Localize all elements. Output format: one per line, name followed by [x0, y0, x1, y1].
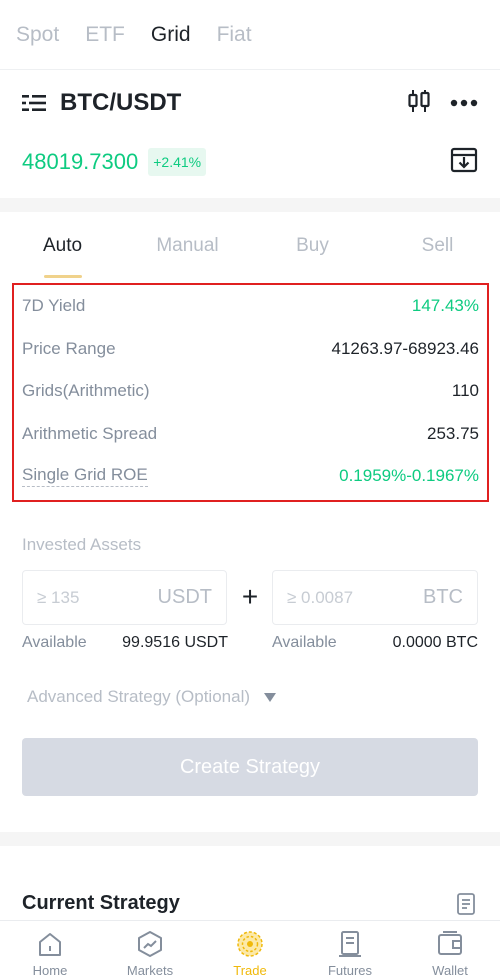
stat-label: Grids(Arithmetic): [22, 381, 150, 401]
nav-home[interactable]: Home: [0, 921, 100, 980]
stat-value: 147.43%: [411, 296, 479, 316]
usdt-available-value: 99.9516 USDT: [122, 634, 228, 651]
stat-value: 0.1959%-0.1967%: [339, 466, 479, 486]
stat-label-tooltip-trigger[interactable]: Single Grid ROE: [22, 465, 148, 488]
create-strategy-button[interactable]: Create Strategy: [22, 738, 478, 796]
usdt-available-row: Available 99.9516 USDT: [22, 634, 228, 652]
nav-markets[interactable]: Markets: [100, 921, 200, 980]
section-divider: [0, 198, 500, 212]
home-icon: [39, 933, 61, 956]
market-type-tabs: Spot ETF Grid Fiat: [0, 0, 500, 70]
usdt-amount-field[interactable]: USDT: [22, 570, 227, 625]
tab-spot[interactable]: Spot: [16, 23, 59, 47]
strategy-parameters-box: 7D Yield 147.43% Price Range 41263.97-68…: [12, 283, 489, 502]
stat-label: 7D Yield: [22, 296, 86, 316]
current-strategy-title: Current Strategy: [22, 892, 180, 914]
download-icon[interactable]: [450, 146, 478, 179]
stat-row-price-range: Price Range 41263.97-68923.46: [22, 328, 479, 371]
nav-trade[interactable]: Trade: [200, 921, 300, 980]
bottom-navigation: Home Markets Trade Futures Wallet: [0, 920, 500, 980]
stat-value: 110: [451, 381, 479, 401]
stat-row-single-grid-roe: Single Grid ROE 0.1959%-0.1967%: [22, 455, 479, 498]
usdt-unit-label: USDT: [157, 586, 212, 608]
btc-available-row: Available 0.0000 BTC: [272, 634, 478, 652]
tab-buy[interactable]: Buy: [250, 222, 375, 278]
invested-assets-label: Invested Assets: [22, 535, 142, 554]
stat-row-7d-yield: 7D Yield 147.43%: [22, 285, 479, 328]
btc-unit-label: BTC: [423, 586, 463, 608]
stat-row-arithmetic-spread: Arithmetic Spread 253.75: [22, 413, 479, 456]
advanced-strategy-toggle[interactable]: Advanced Strategy (Optional): [27, 687, 277, 707]
stat-row-grids: Grids(Arithmetic) 110: [22, 370, 479, 413]
price-row: 48019.7300 +2.41%: [0, 140, 500, 184]
available-label: Available: [272, 634, 337, 651]
tab-manual[interactable]: Manual: [125, 222, 250, 278]
advanced-strategy-label: Advanced Strategy (Optional): [27, 687, 251, 706]
grid-mode-tabs: Auto Manual Buy Sell: [0, 222, 500, 278]
nav-label: Wallet: [432, 963, 468, 978]
markets-icon: [138, 931, 162, 957]
stat-value: 253.75: [427, 423, 479, 443]
trade-icon: [237, 931, 263, 957]
nav-futures[interactable]: Futures: [300, 921, 400, 980]
tab-fiat[interactable]: Fiat: [217, 23, 252, 47]
stat-label: Arithmetic Spread: [22, 423, 158, 443]
order-history-icon[interactable]: [454, 892, 478, 921]
plus-sign: +: [241, 581, 259, 612]
tab-etf[interactable]: ETF: [85, 23, 125, 47]
btc-amount-input[interactable]: [287, 587, 387, 608]
pair-menu-icon[interactable]: [22, 92, 48, 114]
candlestick-chart-icon[interactable]: [406, 88, 432, 119]
wallet-icon: [438, 931, 462, 955]
tab-auto[interactable]: Auto: [0, 222, 125, 278]
nav-label: Home: [32, 963, 68, 978]
nav-label: Trade: [233, 963, 267, 978]
nav-label: Markets: [126, 963, 174, 978]
btc-amount-field[interactable]: BTC: [272, 570, 478, 625]
btc-available-value: 0.0000 BTC: [392, 634, 478, 651]
nav-label: Futures: [327, 963, 373, 978]
caret-down-icon: [264, 692, 277, 702]
pair-header: BTC/USDT: [0, 80, 500, 126]
usdt-amount-input[interactable]: [37, 587, 137, 608]
pair-title[interactable]: BTC/USDT: [60, 89, 181, 117]
stat-label: Price Range: [22, 338, 116, 358]
futures-icon: [339, 931, 361, 957]
stat-value: 41263.97-68923.46: [331, 338, 479, 358]
nav-wallet[interactable]: Wallet: [400, 921, 500, 980]
more-options-icon[interactable]: [450, 94, 478, 112]
tab-grid[interactable]: Grid: [151, 23, 191, 47]
price-change-badge: +2.41%: [148, 148, 207, 176]
section-divider: [0, 832, 500, 846]
last-price: 48019.7300: [22, 149, 139, 174]
available-label: Available: [22, 634, 87, 651]
tab-sell[interactable]: Sell: [375, 222, 500, 278]
